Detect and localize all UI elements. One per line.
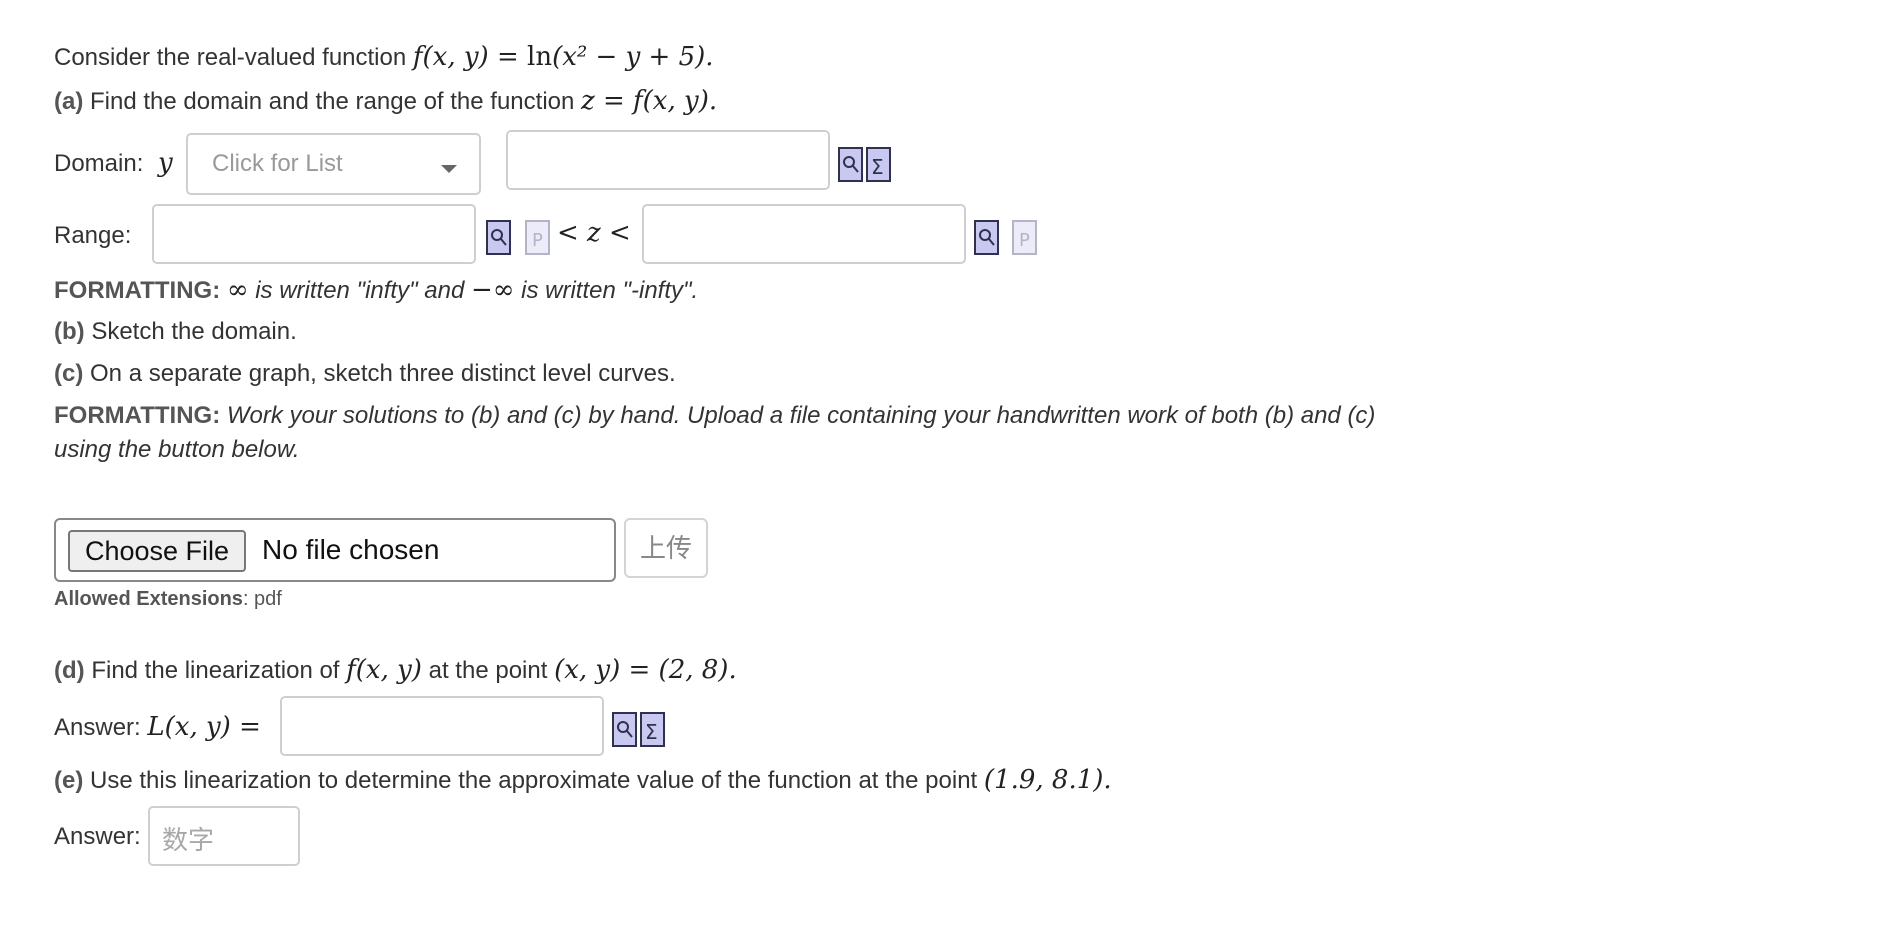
file-input[interactable]: Choose File No file chosen (54, 518, 616, 582)
part-b-text: Sketch the domain. (91, 318, 297, 345)
ext-label: Allowed Extensions (54, 588, 243, 610)
domain-select-placeholder: Click for List (212, 150, 343, 177)
intro-math-arg: (x² − y + 5). (552, 42, 714, 72)
part-c-line: (c) On a separate graph, sketch three di… (54, 360, 676, 388)
formatting-2-line2: using the button below. (54, 436, 300, 463)
answer-e-label: Answer: (54, 823, 141, 850)
file-status: No file chosen (262, 534, 440, 565)
answer-d-math: L(x, y) = (147, 712, 261, 742)
part-a-line: (a) Find the domain and the range of the… (54, 86, 717, 116)
formatting-1-text2: is written "-infty". (521, 277, 699, 304)
svg-text:P: P (532, 230, 543, 251)
p-document-icon: P (525, 220, 550, 255)
magnifier-document-icon[interactable] (486, 220, 511, 255)
intro-math-ln: ln (527, 42, 553, 72)
part-b-tag: (b) (54, 318, 85, 345)
range-inequality: < z < (557, 218, 631, 248)
part-d-line: (d) Find the linearization of f(x, y) at… (54, 655, 737, 685)
part-e-tag: (e) (54, 767, 84, 794)
intro-text: Consider the real-valued function (54, 44, 407, 71)
part-a-tag: (a) (54, 88, 84, 115)
range-label-line: Range: (54, 222, 131, 250)
part-c-tag: (c) (54, 360, 84, 387)
formatting-2-text1: Work your solutions to (b) and (c) by ha… (226, 402, 1376, 429)
choose-file-button[interactable]: Choose File (68, 530, 246, 572)
part-a-text: Find the domain and the range of the fun… (90, 88, 575, 115)
part-c-text: On a separate graph, sketch three distin… (90, 360, 676, 387)
part-b-line: (b) Sketch the domain. (54, 318, 297, 346)
sigma-document-icon[interactable]: Σ (866, 147, 891, 182)
ext-value: : pdf (242, 588, 282, 610)
magnifier-document-icon[interactable] (612, 712, 637, 747)
part-e-line: (e) Use this linearization to determine … (54, 765, 1112, 795)
domain-input[interactable] (506, 130, 830, 190)
part-d-text1: Find the linearization of (91, 657, 340, 684)
neg-infinity-symbol: −∞ (471, 275, 515, 305)
part-e-text: Use this linearization to determine the … (90, 767, 978, 794)
formatting-1-line: FORMATTING: ∞ is written "infty" and −∞ … (54, 275, 698, 305)
approx-value-placeholder: 数字 (162, 825, 215, 855)
part-d-tag: (d) (54, 657, 85, 684)
infinity-symbol: ∞ (226, 275, 249, 305)
range-left-input[interactable] (152, 204, 476, 264)
chevron-down-icon (441, 165, 457, 173)
formatting-1-tag: FORMATTING: (54, 277, 221, 304)
domain-select[interactable]: Click for List (186, 133, 481, 195)
svg-text:P: P (1019, 230, 1030, 251)
domain-label-line: Domain: y (54, 148, 173, 178)
part-d-math2: (x, y) = (2, 8). (554, 655, 737, 685)
range-label: Range: (54, 222, 132, 249)
part-e-math: (1.9, 8.1). (983, 765, 1112, 795)
p-document-icon: P (1012, 220, 1037, 255)
formatting-1-text1: is written "infty" and (255, 277, 465, 304)
magnifier-document-icon[interactable] (838, 147, 863, 182)
svg-text:Σ: Σ (871, 155, 884, 179)
approx-value-input[interactable]: 数字 (148, 806, 300, 866)
part-a-math: z = f(x, y). (581, 86, 718, 116)
intro-line: Consider the real-valued function f(x, y… (54, 42, 714, 72)
part-d-math1: f(x, y) (346, 655, 422, 685)
allowed-extensions: Allowed Extensions: pdf (54, 588, 282, 611)
upload-button[interactable]: 上传 (624, 518, 708, 578)
formatting-2-tag: FORMATTING: (54, 402, 221, 429)
range-right-input[interactable] (642, 204, 966, 264)
intro-math-lhs: f(x, y) = (412, 42, 527, 72)
part-d-text2: at the point (428, 657, 548, 684)
svg-text:Σ: Σ (645, 720, 658, 744)
magnifier-document-icon[interactable] (974, 220, 999, 255)
linearization-input[interactable] (280, 696, 604, 756)
answer-d-label-line: Answer: L(x, y) = (54, 712, 261, 742)
sigma-document-icon[interactable]: Σ (640, 712, 665, 747)
formatting-2-line1: FORMATTING: Work your solutions to (b) a… (54, 402, 1375, 430)
answer-d-label: Answer: (54, 714, 141, 741)
domain-label: Domain: (54, 150, 144, 177)
domain-var: y (158, 148, 173, 178)
